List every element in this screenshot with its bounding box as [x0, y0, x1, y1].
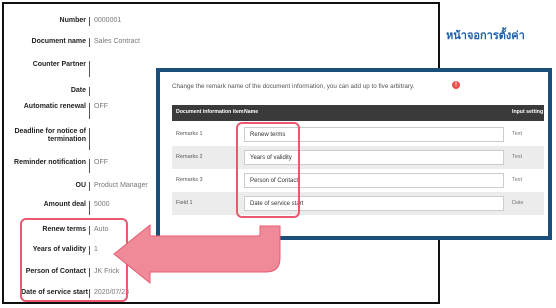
record-field-label: Date of service start [21, 289, 88, 296]
record-field-label: Date [70, 87, 86, 94]
field-separator [89, 87, 90, 96]
column-header-item: Document information item [176, 109, 244, 115]
field-separator [89, 38, 90, 47]
settings-dialog-body: Change the remark name of the document i… [160, 72, 548, 236]
dialog-description: Change the remark name of the document i… [172, 83, 415, 90]
record-field-value: 2020/07/23 [94, 289, 130, 296]
record-field-value: 1 [94, 246, 98, 253]
item-name: Field 1 [176, 200, 193, 206]
record-field-label: Person of Contact [25, 268, 86, 275]
field-separator [89, 17, 90, 26]
table-row: Remarks 3 Person of Contact Text [172, 169, 544, 192]
record-field-label: Automatic renewal [23, 103, 86, 110]
column-header-name: Name [244, 109, 259, 115]
record-field-label: Renew terms [42, 226, 86, 233]
field-separator [89, 246, 90, 255]
name-input[interactable]: Renew terms [244, 127, 504, 142]
item-name: Remarks 1 [176, 131, 203, 137]
record-field-label: Amount deal [43, 201, 86, 208]
input-setting[interactable]: Date [512, 200, 524, 206]
table-row: Field 1 Date of service start Date [172, 192, 544, 215]
record-field-value: OFF [94, 103, 108, 110]
record-field-label: Counter Partner [32, 61, 86, 68]
info-icon[interactable]: ! [452, 81, 460, 89]
input-setting[interactable]: Text [512, 154, 522, 160]
record-field-value: OFF [94, 159, 108, 166]
record-field-label: Years of validity [32, 246, 86, 253]
item-name: Remarks 3 [176, 177, 203, 183]
field-separator [89, 268, 90, 277]
field-separator [89, 128, 90, 150]
page-heading: หน้าจอการตั้งค่า [446, 29, 525, 42]
table-row: Remarks 1 Renew terms Text [172, 123, 544, 146]
input-setting[interactable]: Text [512, 131, 522, 137]
record-field-value: Sales Contract [94, 38, 140, 45]
field-separator [89, 289, 90, 298]
record-field-label: OU [75, 182, 87, 189]
field-separator [89, 159, 90, 173]
settings-dialog: Change the remark name of the document i… [156, 68, 552, 240]
record-field-label: Number [59, 17, 86, 24]
record-field-label: Document name [31, 38, 86, 45]
record-field-value: 0000001 [94, 17, 122, 24]
column-header-setting: Input setting [512, 109, 544, 115]
field-separator [89, 201, 90, 215]
field-separator [89, 226, 90, 235]
record-field-label: Reminder notification [14, 159, 86, 166]
name-input[interactable]: Date of service start [244, 196, 504, 211]
record-field-value: Product Manager [94, 182, 148, 189]
record-field-value: Auto [94, 226, 109, 233]
name-input[interactable]: Years of validity [244, 150, 504, 165]
field-separator [89, 61, 90, 77]
table-header: Document information item Name Input set… [172, 105, 544, 121]
item-name: Remarks 2 [176, 154, 203, 160]
name-input[interactable]: Person of Contact [244, 173, 504, 188]
record-field-value: JK Frick [94, 268, 120, 275]
record-field-value: 5000 [94, 201, 110, 208]
record-field-label: Deadline for notice of termination [14, 128, 86, 143]
field-separator [89, 182, 90, 191]
input-setting[interactable]: Text [512, 177, 522, 183]
field-separator [89, 103, 90, 119]
table-row: Remarks 2 Years of validity Text [172, 146, 544, 169]
